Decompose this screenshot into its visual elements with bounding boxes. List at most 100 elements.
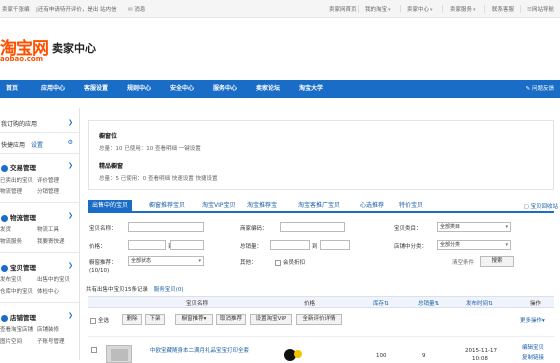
- top-utility-bar: 卖家千张编 |还有申请待开评价，是出 站内信 ✉ 消息 卖家网首页 我的淘宝▾ …: [0, 0, 560, 18]
- sidebar-item-logistics-tools[interactable]: 物流工具: [37, 225, 59, 233]
- more-actions-dropdown[interactable]: 更多操作▾: [520, 316, 545, 324]
- record-count: 共有出售中宝贝15条记录 服务宝贝(0): [86, 287, 184, 293]
- price-min-input[interactable]: [128, 240, 166, 250]
- nav-rules-center[interactable]: 规则中心: [127, 80, 151, 98]
- checkbox-icon[interactable]: [90, 317, 96, 324]
- header: 淘宝网 aobao.com 卖家中心: [0, 18, 560, 80]
- sidebar-item-image-space[interactable]: 图片空间: [0, 337, 22, 345]
- recycle-bin-link[interactable]: ▢ 宝贝回收站: [524, 202, 558, 210]
- search-button[interactable]: 搜索: [480, 256, 514, 267]
- col-price[interactable]: 价格: [304, 299, 315, 307]
- tab-vip[interactable]: 淘宝VIP宝贝: [198, 200, 240, 212]
- premium-window-stats: 总量：5 已使用：0 查看明细 快速设置 快捷设置: [99, 176, 218, 182]
- tab-selected[interactable]: 心选推荐: [356, 200, 388, 212]
- recycle-icon: ▢: [523, 204, 529, 210]
- edit-goods-link[interactable]: 编辑宝贝: [522, 343, 544, 351]
- chevron-right-icon[interactable]: ❯: [68, 119, 73, 126]
- goods-icon: [1, 264, 8, 272]
- merchant-code-input[interactable]: [280, 222, 345, 232]
- notice-text[interactable]: |还有申请待开评价，是出 站内信: [36, 5, 117, 13]
- clear-filters-link[interactable]: 清空条件: [452, 258, 474, 266]
- tab-on-sale[interactable]: 出售中的宝贝: [88, 200, 133, 212]
- member-discount-option[interactable]: 会员折扣: [275, 258, 305, 266]
- trade-icon: [1, 164, 8, 172]
- tab-affiliate[interactable]: 淘宝客推广宝贝: [294, 200, 344, 212]
- chevron-right-icon[interactable]: ❯: [68, 212, 73, 219]
- sidebar-item-sub-accounts[interactable]: 子账号管理: [37, 337, 65, 345]
- sidebar-item-publish[interactable]: 发布宝贝: [0, 275, 22, 283]
- gear-icon[interactable]: ⚙: [68, 139, 73, 146]
- top-link-home[interactable]: 卖家网首页: [329, 5, 357, 13]
- user-greeting[interactable]: 卖家千张编: [2, 5, 30, 13]
- sidebar-item-view-shop[interactable]: 查看淘宝店铺: [0, 325, 33, 333]
- publish-date: 2015-11-17: [465, 348, 497, 354]
- service-goods-link[interactable]: 服务宝贝(0): [154, 287, 184, 293]
- set-vip-button[interactable]: 设置淘宝VIP: [250, 314, 292, 325]
- window-recommend-button[interactable]: 橱窗推荐▾: [175, 314, 213, 325]
- sales-max-input[interactable]: [320, 240, 350, 250]
- tab-special-price[interactable]: 特价宝贝: [395, 200, 427, 212]
- price-max-input[interactable]: [170, 240, 204, 250]
- cancel-recommend-button[interactable]: 取消推荐: [216, 314, 246, 325]
- nav-service-center[interactable]: 服务中心: [213, 80, 237, 98]
- top-link-seller-service[interactable]: 卖家服务▾: [450, 5, 476, 13]
- publish-time: 10:08: [472, 356, 488, 362]
- nav-app-center[interactable]: 应用中心: [41, 80, 65, 98]
- cursor-shape: [294, 350, 302, 358]
- row-checkbox[interactable]: [91, 347, 97, 353]
- col-publish-time[interactable]: 发布时间⇅: [466, 299, 493, 307]
- nav-service-settings[interactable]: 客服设置: [84, 80, 108, 98]
- top-link-contact[interactable]: 联系客服: [492, 5, 514, 13]
- delist-button[interactable]: 下架: [145, 314, 165, 325]
- shop-category-select[interactable]: 全部分类: [437, 240, 511, 250]
- chevron-down-icon: ▾: [430, 7, 433, 13]
- nav-home[interactable]: 首页: [6, 80, 18, 98]
- message-link[interactable]: ✉ 消息: [128, 5, 145, 13]
- chevron-right-icon[interactable]: ❯: [68, 162, 73, 169]
- sidebar: 我订购的应用 ❯ 快捷应用 设置 ⚙ 交易管理 ❯ 已卖出的宝贝 评价管理 物流…: [0, 108, 80, 360]
- chevron-right-icon[interactable]: ❯: [68, 262, 73, 269]
- delete-button[interactable]: 删除: [122, 314, 142, 325]
- checkbox-icon[interactable]: [275, 259, 281, 266]
- sidebar-item-distribution[interactable]: 分销管理: [37, 187, 59, 195]
- sidebar-item-send-express[interactable]: 我要寄快递: [37, 237, 65, 245]
- title-input[interactable]: [128, 222, 204, 232]
- col-actions: 操作: [530, 301, 542, 307]
- sales-min-input[interactable]: [270, 240, 310, 250]
- tab-recommend[interactable]: 淘宝推荐宝: [243, 200, 281, 212]
- top-link-mytaobao[interactable]: 我的淘宝▾: [365, 5, 391, 13]
- sidebar-item-reviews[interactable]: 评价管理: [37, 176, 59, 184]
- sidebar-item-decorate[interactable]: 店铺装修: [37, 325, 59, 333]
- chevron-down-icon: ▾: [203, 316, 207, 322]
- sidebar-item-check-center[interactable]: 体检中心: [37, 287, 59, 295]
- shop-category-label: 店铺中分类：: [394, 244, 428, 250]
- sidebar-item-logistics[interactable]: 物流管理: [0, 187, 22, 195]
- product-title-link[interactable]: 中欧宝藏随身本二满月礼品宝宝打印全套: [150, 346, 249, 354]
- sidebar-item-logistics-service[interactable]: 物流服务: [0, 237, 22, 245]
- sidebar-item-sold[interactable]: 已卖出的宝贝: [0, 176, 33, 184]
- category-select[interactable]: 全部类目: [437, 222, 511, 232]
- product-thumbnail[interactable]: [106, 345, 132, 363]
- taobao-logo-domain: aobao.com: [0, 55, 43, 63]
- nav-taobao-university[interactable]: 淘宝大学: [299, 80, 323, 98]
- price-label: 价格：: [89, 244, 106, 250]
- main-nav: 首页 应用中心 客服设置 规则中心 安全中心 服务中心 卖家论坛 淘宝大学 ✎ …: [0, 80, 560, 98]
- sidebar-item-warehouse[interactable]: 仓库中的宝贝: [0, 287, 33, 295]
- tab-window-recommend[interactable]: 橱窗推荐宝贝: [145, 200, 189, 212]
- chevron-right-icon[interactable]: ❯: [68, 312, 73, 319]
- sidebar-item-on-sale[interactable]: 出售中的宝贝: [37, 275, 70, 283]
- chevron-down-icon: ▾: [473, 7, 476, 13]
- quick-apps-settings-link[interactable]: 设置: [31, 142, 43, 149]
- nav-seller-forum[interactable]: 卖家论坛: [256, 80, 280, 98]
- review-details-button[interactable]: 全新评价详情: [296, 314, 342, 325]
- sidebar-item-ship[interactable]: 发货: [0, 225, 11, 233]
- top-link-sitemap[interactable]: ☰网站导航: [527, 5, 554, 13]
- select-all[interactable]: 全选: [90, 316, 109, 324]
- recommend-select[interactable]: 全部状态: [128, 256, 204, 266]
- feedback-link[interactable]: ✎ 问题反馈: [526, 80, 554, 98]
- col-stock[interactable]: 库存⇅: [373, 299, 389, 307]
- col-sales[interactable]: 总销量⇅: [418, 299, 439, 307]
- top-link-seller-center[interactable]: 卖家中心▾: [407, 5, 433, 13]
- mail-icon: ✉: [128, 7, 133, 13]
- nav-security-center[interactable]: 安全中心: [170, 80, 194, 98]
